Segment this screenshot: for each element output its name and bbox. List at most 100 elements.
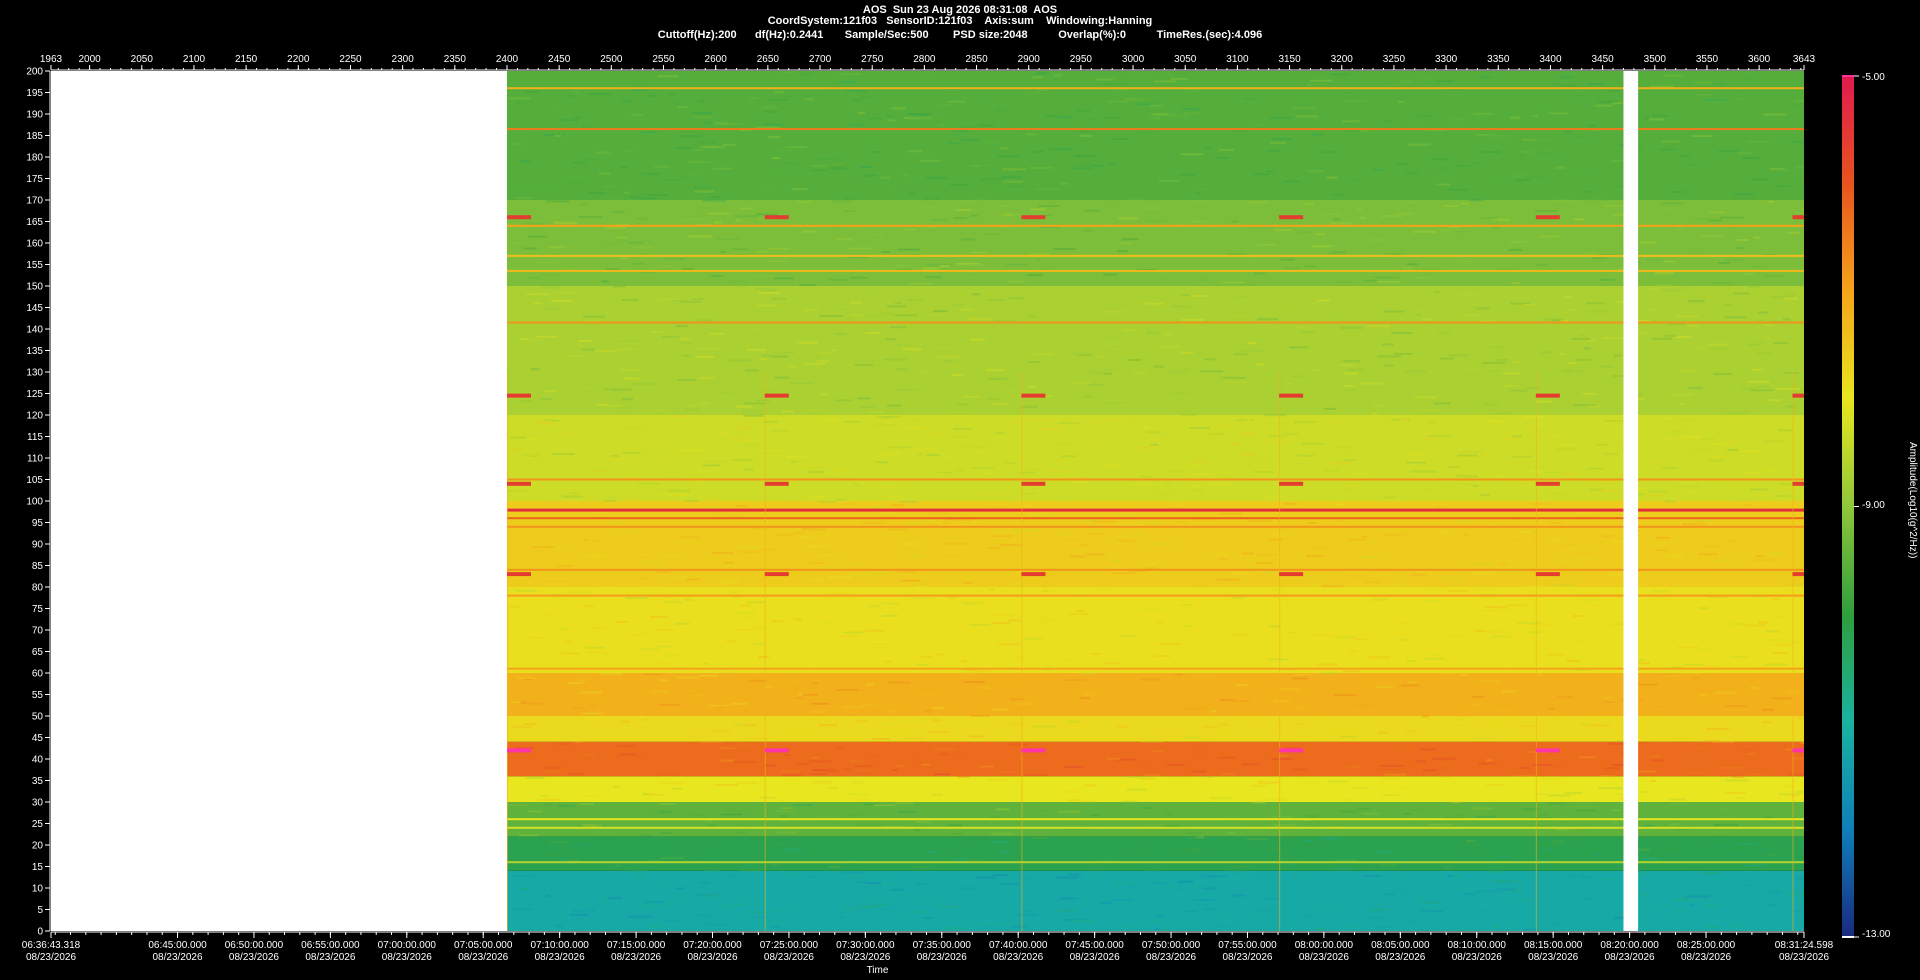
colorbar-tick-min: -13.00 — [1862, 929, 1891, 940]
x-tick-time: 07:00:00.000 — [378, 940, 437, 951]
top-tick-label: 2950 — [1070, 54, 1093, 65]
y-tick-label: 150 — [26, 282, 43, 293]
x-tick-date: 08/23/2026 — [1070, 952, 1120, 963]
y-tick-label: 135 — [26, 346, 43, 357]
axes-layer: 1963 2000 2050 2100 2150 2200 2250 2300 2350 2400… — [22, 54, 1859, 976]
x-tick-date: 08/23/2026 — [152, 952, 202, 963]
x-tick-time: 08:15:00.000 — [1524, 940, 1583, 951]
y-tick-label: 190 — [26, 110, 43, 121]
y-tick-label: 70 — [32, 626, 44, 637]
top-tick-label: 2100 — [183, 54, 206, 65]
top-tick-label: 3300 — [1435, 54, 1458, 65]
y-tick-label: 5 — [37, 905, 43, 916]
y-tick-label: 145 — [26, 303, 43, 314]
x-tick-time: 07:30:00.000 — [836, 940, 895, 951]
x-tick-time: 08:00:00.000 — [1295, 940, 1354, 951]
top-tick-label: 3643 — [1793, 54, 1816, 65]
x-tick-time: 07:20:00.000 — [683, 940, 742, 951]
top-tick-label: 3550 — [1696, 54, 1719, 65]
y-tick-label: 155 — [26, 260, 43, 271]
x-tick-time: 06:45:00.000 — [148, 940, 207, 951]
top-tick-label: 2500 — [600, 54, 623, 65]
top-tick-label: 2550 — [652, 54, 675, 65]
x-tick-time: 06:55:00.000 — [301, 940, 360, 951]
top-tick-label: 2650 — [757, 54, 780, 65]
top-tick-label: 3500 — [1644, 54, 1667, 65]
y-tick-label: 20 — [32, 841, 44, 852]
x-tick-date: 08/23/2026 — [993, 952, 1043, 963]
y-tick-label: 50 — [32, 712, 44, 723]
x-tick-time: 07:15:00.000 — [607, 940, 666, 951]
x-tick-date: 08/23/2026 — [1452, 952, 1502, 963]
top-tick-label: 2850 — [965, 54, 988, 65]
y-tick-label: 195 — [26, 88, 43, 99]
top-tick-label: 3000 — [1122, 54, 1145, 65]
y-tick-label: 100 — [26, 497, 43, 508]
y-tick-label: 170 — [26, 196, 43, 207]
x-tick-time: 08:25:00.000 — [1677, 940, 1736, 951]
y-tick-label: 60 — [32, 669, 44, 680]
y-tick-label: 30 — [32, 798, 44, 809]
y-tick-label: 15 — [32, 862, 44, 873]
y-tick-label: 180 — [26, 153, 43, 164]
top-tick-label: 3050 — [1174, 54, 1197, 65]
y-tick-label: 40 — [32, 755, 44, 766]
x-tick-date: 08/23/2026 — [1222, 952, 1272, 963]
y-tick-label: 45 — [32, 733, 44, 744]
x-tick-date: 08/23/2026 — [305, 952, 355, 963]
y-tick-label: 130 — [26, 368, 43, 379]
colorbar-label: Amplitude(Log10(g^2/Hz)) — [1907, 442, 1918, 559]
y-tick-label: 85 — [32, 561, 44, 572]
top-tick-label: 2300 — [392, 54, 415, 65]
top-tick-label: 2350 — [444, 54, 467, 65]
top-tick-label: 3450 — [1591, 54, 1614, 65]
y-tick-label: 10 — [32, 884, 44, 895]
top-tick-label: 3350 — [1487, 54, 1510, 65]
y-tick-label: 35 — [32, 776, 44, 787]
y-tick-label: 200 — [26, 67, 43, 78]
top-tick-label: 1963 — [40, 54, 63, 65]
y-tick-label: 0 — [37, 927, 43, 938]
x-tick-time: 07:10:00.000 — [530, 940, 589, 951]
y-tick-label: 75 — [32, 604, 44, 615]
x-tick-date: 08/23/2026 — [229, 952, 279, 963]
y-tick-label: 95 — [32, 518, 44, 529]
x-tick-time: 07:55:00.000 — [1218, 940, 1277, 951]
top-tick-label: 2050 — [131, 54, 154, 65]
top-tick-label: 2450 — [548, 54, 571, 65]
top-tick-label: 3100 — [1226, 54, 1249, 65]
y-tick-label: 165 — [26, 217, 43, 228]
x-tick-date: 08/23/2026 — [1605, 952, 1655, 963]
x-tick-time: 06:36:43.318 — [22, 940, 81, 951]
x-tick-date: 08/23/2026 — [1779, 952, 1829, 963]
x-tick-time: 07:45:00.000 — [1065, 940, 1124, 951]
x-tick-date: 08/23/2026 — [1299, 952, 1349, 963]
top-tick-label: 2250 — [339, 54, 362, 65]
top-tick-label: 2750 — [861, 54, 884, 65]
y-tick-label: 175 — [26, 174, 43, 185]
top-tick-label: 3200 — [1331, 54, 1354, 65]
top-tick-label: 2600 — [705, 54, 728, 65]
x-tick-date: 08/23/2026 — [611, 952, 661, 963]
y-tick-label: 25 — [32, 819, 44, 830]
top-tick-label: 2200 — [287, 54, 310, 65]
x-tick-date: 08/23/2026 — [917, 952, 967, 963]
top-tick-label: 2400 — [496, 54, 519, 65]
top-tick-label: 3150 — [1278, 54, 1301, 65]
x-axis-label: Time — [867, 965, 889, 976]
top-tick-label: 2900 — [1018, 54, 1041, 65]
x-tick-time: 07:25:00.000 — [760, 940, 819, 951]
y-tick-label: 160 — [26, 239, 43, 250]
top-tick-label: 2000 — [78, 54, 101, 65]
x-tick-date: 08/23/2026 — [1528, 952, 1578, 963]
x-tick-time: 06:50:00.000 — [225, 940, 284, 951]
colorbar-tick-max: -5.00 — [1862, 72, 1885, 83]
y-tick-label: 65 — [32, 647, 44, 658]
top-tick-label: 3400 — [1539, 54, 1562, 65]
x-tick-date: 08/23/2026 — [764, 952, 814, 963]
x-tick-date: 08/23/2026 — [382, 952, 432, 963]
x-tick-date: 08/23/2026 — [1146, 952, 1196, 963]
colorbar — [1842, 76, 1854, 937]
x-tick-date: 08/23/2026 — [535, 952, 585, 963]
y-tick-label: 185 — [26, 131, 43, 142]
